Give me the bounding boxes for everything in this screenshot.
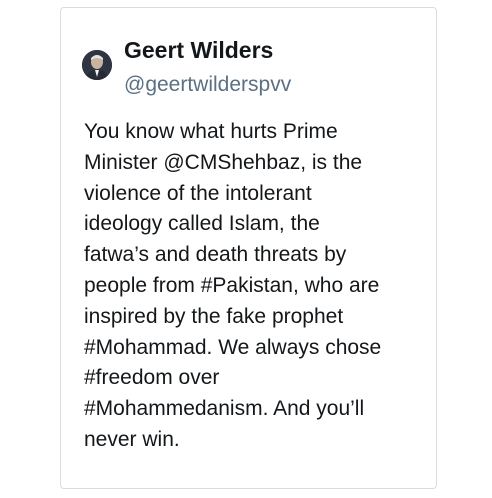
- author-avatar[interactable]: [82, 50, 112, 80]
- tweet-text-line: #Mohammad. We always chose: [84, 335, 382, 359]
- tweet-text-line: ideology called Islam, the: [84, 212, 320, 236]
- tweet-text-line: inspired by the fake prophet: [84, 304, 344, 328]
- tweet-text-line: fatwa’s and death threats by: [84, 243, 347, 267]
- tweet-card: Geert Wilders @geertwilderspvv You know …: [60, 7, 437, 489]
- profile-photo-icon: [82, 50, 112, 80]
- author-name[interactable]: Geert Wilders: [124, 36, 273, 64]
- tweet-text-line: never win.: [84, 427, 180, 451]
- tweet-text-line: #freedom over: [84, 366, 220, 390]
- tweet-text-line: people from #Pakistan, who are: [84, 273, 380, 297]
- tweet-text-line: violence of the intolerant: [84, 181, 312, 205]
- tweet-text-line: #Mohammedanism. And you’ll: [84, 397, 365, 421]
- tweet-text-line: Minister @CMShehbaz, is the: [84, 150, 363, 174]
- author-handle[interactable]: @geertwilderspvv: [124, 72, 291, 98]
- tweet-text: You know what hurts Prime Minister @CMSh…: [84, 117, 429, 456]
- tweet-text-line: You know what hurts Prime: [84, 120, 338, 143]
